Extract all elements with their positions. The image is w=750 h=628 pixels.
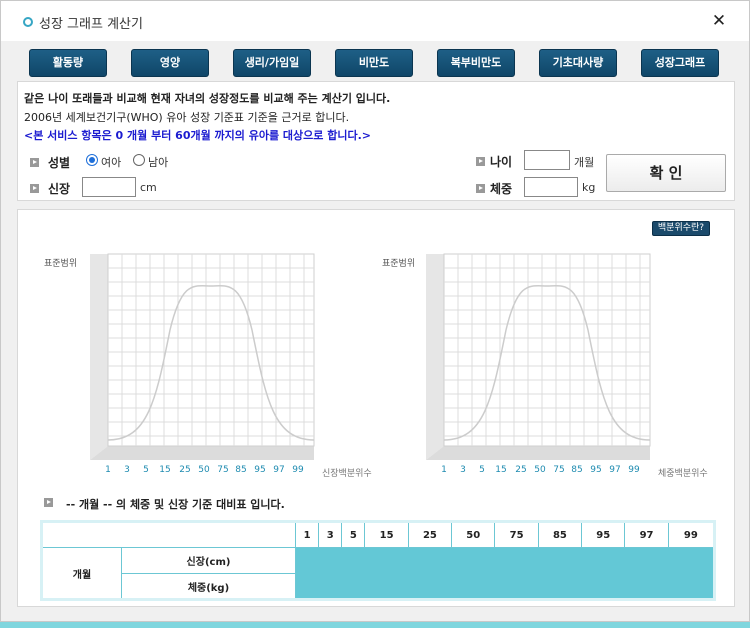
- tick-label: 95: [590, 465, 602, 475]
- gender-male-label: 남아: [148, 156, 169, 169]
- circle-icon: [23, 17, 33, 27]
- tick-label: 1: [105, 465, 111, 475]
- percentile-header: 50: [451, 521, 496, 548]
- tick-label: 99: [292, 465, 304, 475]
- percentile-header: 15: [364, 521, 409, 548]
- bullet-icon: [30, 184, 39, 193]
- table-row: 체중(kg): [42, 573, 715, 600]
- gender-label: 성별: [48, 156, 71, 170]
- gender-female-label: 여아: [101, 156, 122, 169]
- left-chart-ylabel: 표준범위: [44, 259, 78, 269]
- tick-label: 85: [235, 465, 247, 475]
- tick-label: 25: [179, 465, 191, 475]
- weight-label: 체중: [490, 182, 513, 196]
- tick-label: 85: [571, 465, 583, 475]
- input-panel: 같은 나이 또래들과 비교해 현재 자녀의 성장정도를 비교해 주는 계산기 입…: [17, 81, 735, 201]
- height-unit: cm: [140, 181, 157, 194]
- result-panel: 백분위수란? 표준범위 1 3 5 15 25 50 75 85 95 97 9…: [17, 209, 735, 607]
- service-notice: <본 서비스 항목은 0 개월 부터 60개월 까지의 유아를 대상으로 합니다…: [24, 129, 371, 142]
- tick-label: 15: [495, 465, 507, 475]
- tab-menstruation[interactable]: 생리/가임일: [233, 49, 311, 77]
- tick-label: 97: [273, 465, 285, 475]
- title-bar: 성장 그래프 계산기 ✕: [1, 1, 749, 41]
- month-row-header: 개월: [41, 547, 122, 600]
- percentile-header: 3: [318, 521, 343, 548]
- percentile-header: 5: [341, 521, 366, 548]
- bullet-icon: [44, 498, 53, 507]
- bullet-icon: [476, 157, 485, 166]
- close-button[interactable]: ✕: [709, 10, 729, 32]
- percentile-header: 97: [624, 521, 669, 548]
- percentile-header: 75: [494, 521, 539, 548]
- tick-label: 50: [534, 465, 546, 475]
- table-header-row: 1 3 5 15 25 50 75 85 95 97 99: [42, 521, 716, 548]
- percentile-header: 25: [407, 521, 453, 548]
- right-chart-xlabel: 체중백분위수: [658, 469, 708, 479]
- tick-label: 97: [609, 465, 621, 475]
- tick-label: 5: [143, 465, 149, 475]
- tab-nutrition[interactable]: 영양: [131, 49, 209, 77]
- height-values-cell: [295, 547, 715, 574]
- window-title: 성장 그래프 계산기: [39, 17, 143, 32]
- age-label: 나이: [490, 155, 513, 169]
- tick-label: 99: [628, 465, 640, 475]
- tick-label: 25: [515, 465, 527, 475]
- weight-percentile-chart: [426, 253, 651, 460]
- percentile-table: 1 3 5 15 25 50 75 85 95 97 99 개월 신장(cm) …: [40, 520, 716, 601]
- tab-growth-graph[interactable]: 성장그래프: [641, 49, 719, 77]
- percentile-header: 85: [537, 521, 583, 548]
- height-percentile-chart: [90, 253, 315, 460]
- weight-values-cell: [295, 573, 715, 600]
- gender-female-radio[interactable]: [86, 154, 98, 166]
- percentile-header: 1: [294, 521, 320, 548]
- tab-activity[interactable]: 활동량: [29, 49, 107, 77]
- tick-label: 3: [460, 465, 466, 475]
- weight-unit: kg: [582, 181, 596, 194]
- tick-label: 50: [198, 465, 210, 475]
- description-line-1: 같은 나이 또래들과 비교해 현재 자녀의 성장정도를 비교해 주는 계산기 입…: [24, 92, 391, 105]
- tick-label: 5: [479, 465, 485, 475]
- age-input[interactable]: [524, 150, 570, 170]
- height-row-label: 신장(cm): [121, 547, 296, 574]
- tick-label: 75: [553, 465, 565, 475]
- tab-obesity[interactable]: 비만도: [335, 49, 413, 77]
- tick-label: 1: [441, 465, 447, 475]
- gender-male-radio[interactable]: [133, 154, 145, 166]
- weight-row-label: 체중(kg): [121, 573, 296, 600]
- percentile-header: 95: [581, 521, 626, 548]
- tick-label: 3: [124, 465, 130, 475]
- table-row: 개월 신장(cm): [41, 547, 715, 600]
- tick-label: 75: [217, 465, 229, 475]
- calculator-window: 성장 그래프 계산기 ✕ 활동량 영양 생리/가임일 비만도 복부비만도 기초대…: [0, 0, 750, 622]
- tick-label: 95: [254, 465, 266, 475]
- left-chart-xlabel: 신장백분위수: [322, 469, 372, 479]
- age-unit: 개월: [574, 156, 595, 169]
- percentile-help-button[interactable]: 백분위수란?: [652, 221, 710, 236]
- right-chart-ylabel: 표준범위: [382, 259, 416, 269]
- tab-abdominal-obesity[interactable]: 복부비만도: [437, 49, 515, 77]
- tab-bar: 활동량 영양 생리/가임일 비만도 복부비만도 기초대사량 성장그래프: [1, 49, 749, 77]
- confirm-button[interactable]: 확 인: [606, 154, 726, 192]
- tab-basal-metabolism[interactable]: 기초대사량: [539, 49, 617, 77]
- description-line-2: 2006년 세계보건기구(WHO) 유아 성장 기준표 기준을 근거로 합니다.: [24, 111, 350, 124]
- bullet-icon: [476, 184, 485, 193]
- weight-input[interactable]: [524, 177, 578, 197]
- height-input[interactable]: [82, 177, 136, 197]
- bullet-icon: [30, 158, 39, 167]
- tick-label: 15: [159, 465, 171, 475]
- table-title: -- 개월 -- 의 체중 및 신장 기준 대비표 입니다.: [66, 498, 285, 511]
- height-label: 신장: [48, 182, 71, 196]
- percentile-header: 99: [667, 521, 716, 548]
